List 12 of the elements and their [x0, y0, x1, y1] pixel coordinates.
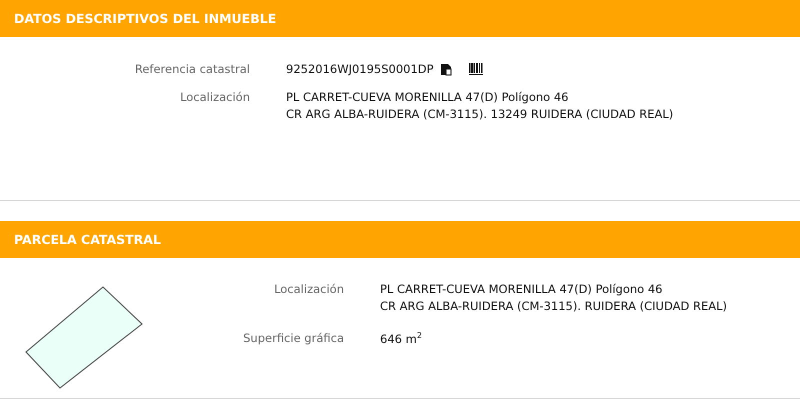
field-label: Superficie gráfica	[242, 331, 344, 346]
field-label: Localización	[273, 282, 344, 298]
section-header: DATOS DESCRIPTIVOS DEL INMUEBLE	[0, 0, 800, 37]
field-value: PL CARRET-CUEVA MORENILLA 47(D) Polígono 46	[380, 282, 664, 296]
field-value: PL CARRET-CUEVA MORENILLA 47(D) Polígono 46	[286, 90, 570, 104]
field-value: CR ARG ALBA-RUIDERA (CM-3115). RUIDERA (CIUDAD REAL)	[380, 299, 727, 313]
field-value: 9252016WJ0195S0001DP	[286, 62, 434, 76]
field-value: CR ARG ALBA-RUIDERA (CM-3115). 13249 RUIDERA (CIUDAD REAL)	[286, 107, 674, 121]
field-value: 646 m$^{2}$	[380, 331, 423, 346]
field-label: Localización	[179, 90, 250, 106]
field-label: Referencia catastral	[134, 62, 250, 76]
section-header: PARCELA CATASTRAL	[0, 221, 800, 258]
